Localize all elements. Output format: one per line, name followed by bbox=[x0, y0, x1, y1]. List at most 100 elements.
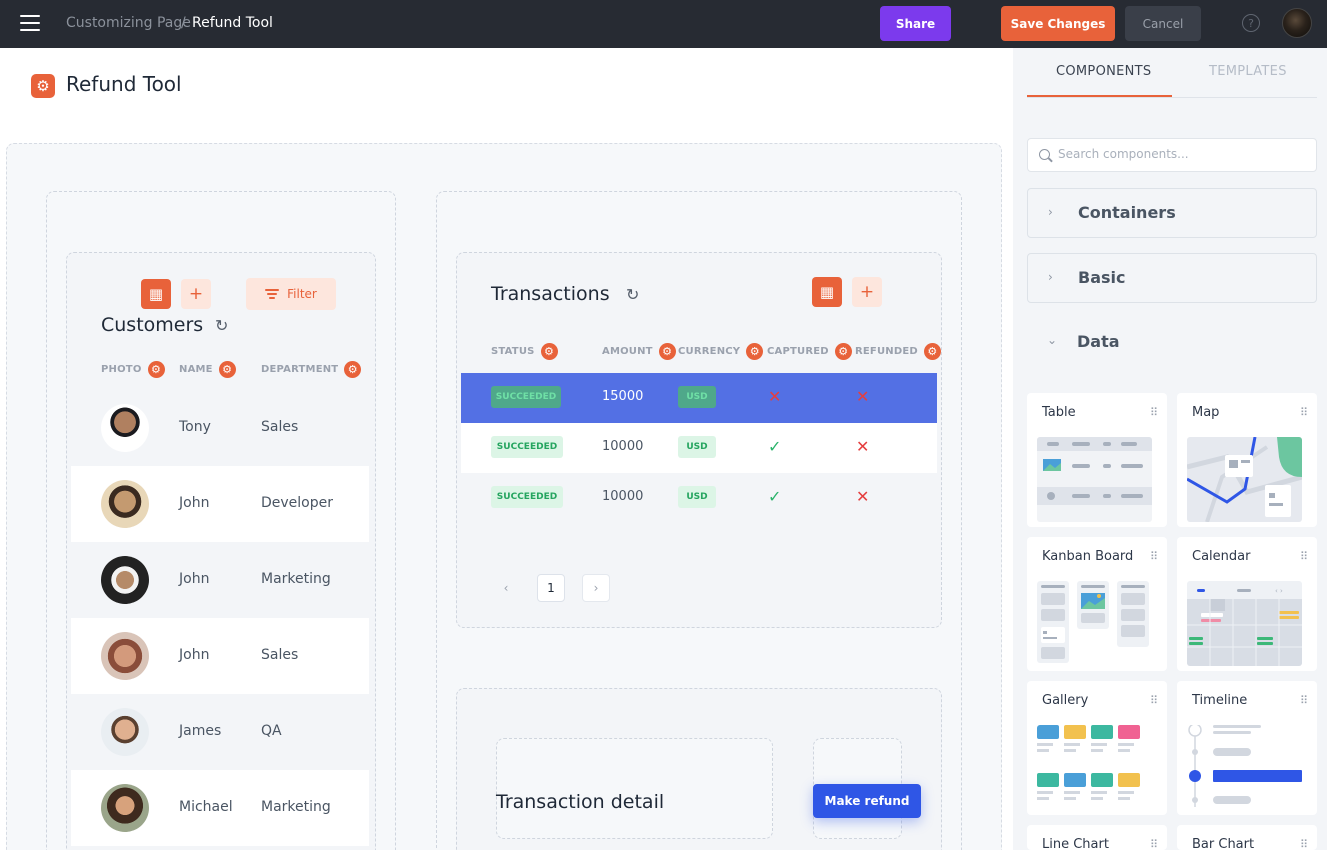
gear-icon[interactable]: ⚙ bbox=[834, 343, 852, 360]
drag-handle-icon[interactable]: ⠿ bbox=[1300, 694, 1308, 707]
table-row[interactable]: John Marketing bbox=[71, 542, 369, 618]
make-refund-button[interactable]: Make refund bbox=[813, 784, 921, 818]
table-row[interactable]: SUCCEEDED 10000 USD ✓ ✕ bbox=[461, 423, 937, 473]
table-icon[interactable]: ▦ bbox=[812, 277, 842, 307]
group-basic[interactable]: › Basic bbox=[1027, 253, 1317, 303]
table-preview bbox=[1037, 437, 1152, 522]
drag-handle-icon[interactable]: ⠿ bbox=[1150, 838, 1158, 850]
column-header-status[interactable]: STATUS ⚙ bbox=[491, 343, 558, 360]
customer-name: John bbox=[179, 647, 210, 663]
cross-icon: ✕ bbox=[856, 437, 870, 456]
filter-label: Filter bbox=[287, 287, 317, 301]
component-card-calendar[interactable]: Calendar ⠿ ‹ › bbox=[1177, 537, 1317, 671]
drag-handle-icon[interactable]: ⠿ bbox=[1150, 406, 1158, 419]
check-icon: ✓ bbox=[768, 487, 782, 506]
drag-handle-icon[interactable]: ⠿ bbox=[1300, 406, 1308, 419]
gear-icon: ⚙ bbox=[31, 74, 55, 98]
component-card-line-chart[interactable]: Line Chart ⠿ bbox=[1027, 825, 1167, 850]
column-header-amount[interactable]: AMOUNT ⚙ bbox=[602, 343, 676, 360]
breadcrumb-current: Refund Tool bbox=[192, 15, 273, 31]
customer-name: Michael bbox=[179, 799, 233, 815]
drag-handle-icon[interactable]: ⠿ bbox=[1150, 550, 1158, 563]
avatar bbox=[101, 556, 149, 604]
hamburger-icon[interactable] bbox=[20, 15, 40, 33]
search-components[interactable] bbox=[1027, 138, 1317, 172]
transaction-detail-title: Transaction detail bbox=[496, 791, 665, 813]
column-header-department[interactable]: DEPARTMENT ⚙ bbox=[261, 361, 362, 378]
gear-icon[interactable]: ⚙ bbox=[658, 343, 676, 360]
status-badge: SUCCEEDED bbox=[491, 436, 563, 458]
component-card-gallery[interactable]: Gallery ⠿ bbox=[1027, 681, 1167, 815]
gear-icon[interactable]: ⚙ bbox=[344, 361, 362, 378]
table-row[interactable]: SUCCEEDED 15000 USD ✕ ✕ bbox=[461, 373, 937, 423]
plus-icon[interactable]: + bbox=[852, 277, 882, 307]
tab-components[interactable]: COMPONENTS bbox=[1056, 64, 1151, 79]
pagination-next[interactable]: › bbox=[582, 574, 610, 602]
refresh-icon[interactable]: ↻ bbox=[215, 316, 228, 335]
component-label: Line Chart bbox=[1042, 837, 1109, 850]
avatar bbox=[101, 632, 149, 680]
transactions-title: Transactions bbox=[491, 283, 610, 305]
group-data[interactable]: ⌄ Data bbox=[1027, 318, 1317, 368]
customer-department: Developer bbox=[261, 495, 334, 511]
component-label: Kanban Board bbox=[1042, 549, 1134, 564]
component-card-timeline[interactable]: Timeline ⠿ bbox=[1177, 681, 1317, 815]
gear-icon[interactable]: ⚙ bbox=[923, 343, 941, 360]
plus-icon[interactable]: + bbox=[181, 279, 211, 309]
component-card-table[interactable]: Table ⠿ bbox=[1027, 393, 1167, 527]
filter-button[interactable]: Filter bbox=[246, 278, 336, 310]
gear-icon[interactable]: ⚙ bbox=[746, 343, 764, 360]
user-avatar[interactable] bbox=[1282, 8, 1312, 38]
chevron-right-icon: › bbox=[1048, 270, 1053, 284]
component-label: Table bbox=[1042, 405, 1076, 420]
component-label: Timeline bbox=[1192, 693, 1248, 708]
currency-badge: USD bbox=[678, 436, 716, 458]
drag-handle-icon[interactable]: ⠿ bbox=[1300, 838, 1308, 850]
tab-templates[interactable]: TEMPLATES bbox=[1209, 64, 1287, 79]
table-row[interactable]: John Developer bbox=[71, 466, 369, 542]
group-containers[interactable]: › Containers bbox=[1027, 188, 1317, 238]
drag-handle-icon[interactable]: ⠿ bbox=[1150, 694, 1158, 707]
save-changes-button[interactable]: Save Changes bbox=[1001, 6, 1115, 41]
share-button[interactable]: Share bbox=[880, 6, 951, 41]
column-header-photo[interactable]: PHOTO ⚙ bbox=[101, 361, 165, 378]
gear-icon[interactable]: ⚙ bbox=[540, 343, 558, 360]
group-label: Data bbox=[1077, 332, 1120, 351]
cancel-button[interactable]: Cancel bbox=[1125, 6, 1201, 41]
search-icon bbox=[1039, 149, 1050, 160]
map-preview bbox=[1187, 437, 1302, 522]
calendar-preview: ‹ › bbox=[1187, 581, 1302, 666]
pagination-prev[interactable]: ‹ bbox=[492, 574, 520, 602]
gear-icon[interactable]: ⚙ bbox=[218, 361, 236, 378]
detail-title-container[interactable] bbox=[496, 738, 773, 839]
customer-name: James bbox=[179, 723, 222, 739]
component-label: Calendar bbox=[1192, 549, 1251, 564]
avatar bbox=[101, 708, 149, 756]
column-header-captured[interactable]: CAPTURED ⚙ bbox=[767, 343, 852, 360]
table-row[interactable]: James QA bbox=[71, 694, 369, 770]
gear-icon[interactable]: ⚙ bbox=[147, 361, 165, 378]
refresh-icon[interactable]: ↻ bbox=[626, 285, 639, 304]
search-input[interactable] bbox=[1058, 147, 1308, 161]
help-circle-icon[interactable]: ? bbox=[1242, 14, 1260, 32]
table-row[interactable]: John Sales bbox=[71, 618, 369, 694]
table-row[interactable]: SUCCEEDED 10000 USD ✓ ✕ bbox=[461, 473, 937, 523]
customer-name: John bbox=[179, 495, 210, 511]
column-header-name[interactable]: NAME ⚙ bbox=[179, 361, 236, 378]
table-row[interactable]: Michael Marketing bbox=[71, 770, 369, 846]
table-row[interactable]: Tony Sales bbox=[71, 390, 369, 466]
currency-badge: USD bbox=[678, 386, 716, 408]
breadcrumb-parent[interactable]: Customizing Page bbox=[66, 15, 191, 31]
component-card-map[interactable]: Map ⠿ bbox=[1177, 393, 1317, 527]
drag-handle-icon[interactable]: ⠿ bbox=[1300, 550, 1308, 563]
component-label: Bar Chart bbox=[1192, 837, 1255, 850]
column-header-refunded[interactable]: REFUNDED ⚙ bbox=[855, 343, 941, 360]
component-card-bar-chart[interactable]: Bar Chart ⠿ bbox=[1177, 825, 1317, 850]
component-card-kanban-board[interactable]: Kanban Board ⠿ bbox=[1027, 537, 1167, 671]
cross-icon: ✕ bbox=[768, 387, 782, 406]
customer-department: Sales bbox=[261, 419, 299, 435]
column-header-currency[interactable]: CURRENCY ⚙ bbox=[678, 343, 764, 360]
table-icon[interactable]: ▦ bbox=[141, 279, 171, 309]
svg-text:‹ ›: ‹ › bbox=[1275, 587, 1283, 595]
pagination-page-1[interactable]: 1 bbox=[537, 574, 565, 602]
